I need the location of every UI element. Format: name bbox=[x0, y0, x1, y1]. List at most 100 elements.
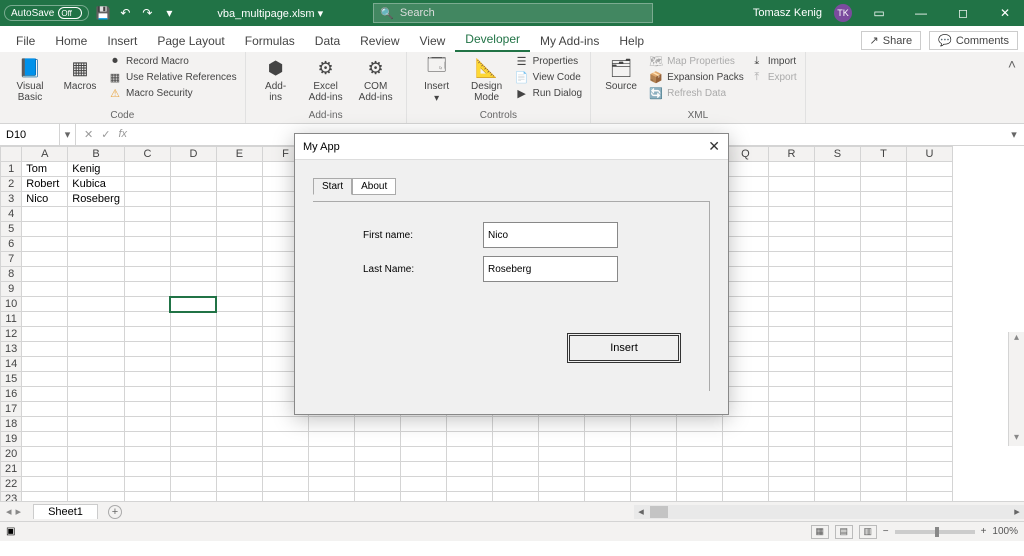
cell-U21[interactable] bbox=[906, 462, 952, 477]
cell-E6[interactable] bbox=[216, 237, 262, 252]
cell-S22[interactable] bbox=[814, 477, 860, 492]
row-header-22[interactable]: 22 bbox=[1, 477, 22, 492]
tab-start[interactable]: Start bbox=[313, 178, 352, 195]
tab-page-layout[interactable]: Page Layout bbox=[147, 30, 234, 52]
cell-C23[interactable] bbox=[124, 492, 170, 502]
cell-A23[interactable] bbox=[22, 492, 68, 502]
cell-20[interactable] bbox=[538, 447, 584, 462]
cell-U20[interactable] bbox=[906, 447, 952, 462]
cell-Q7[interactable] bbox=[722, 252, 768, 267]
row-header-15[interactable]: 15 bbox=[1, 372, 22, 387]
cell-T9[interactable] bbox=[860, 282, 906, 297]
cell-Q12[interactable] bbox=[722, 327, 768, 342]
cell-C5[interactable] bbox=[124, 222, 170, 237]
macro-security-button[interactable]: ⚠Macro Security bbox=[108, 86, 237, 100]
cell-20[interactable] bbox=[584, 447, 630, 462]
page-break-view-icon[interactable]: ▥ bbox=[859, 525, 877, 539]
cell-S14[interactable] bbox=[814, 357, 860, 372]
redo-icon[interactable]: ↷ bbox=[139, 5, 155, 21]
tab-formulas[interactable]: Formulas bbox=[235, 30, 305, 52]
cell-Q15[interactable] bbox=[722, 372, 768, 387]
cell-R19[interactable] bbox=[768, 432, 814, 447]
cell-B15[interactable] bbox=[68, 372, 125, 387]
cell-C8[interactable] bbox=[124, 267, 170, 282]
xml-export-button[interactable]: ⤒Export bbox=[750, 70, 797, 84]
tab-view[interactable]: View bbox=[410, 30, 456, 52]
cell-D15[interactable] bbox=[170, 372, 216, 387]
cell-Q2[interactable] bbox=[722, 177, 768, 192]
tab-data[interactable]: Data bbox=[305, 30, 350, 52]
cell-21[interactable] bbox=[630, 462, 676, 477]
cell-P21[interactable] bbox=[676, 462, 722, 477]
cell-D13[interactable] bbox=[170, 342, 216, 357]
cell-A8[interactable] bbox=[22, 267, 68, 282]
row-header-19[interactable]: 19 bbox=[1, 432, 22, 447]
cell-T16[interactable] bbox=[860, 387, 906, 402]
cell-E4[interactable] bbox=[216, 207, 262, 222]
cell-B2[interactable]: Kubica bbox=[68, 177, 125, 192]
horizontal-scrollbar[interactable]: ◂ ▸ bbox=[634, 505, 1024, 519]
expand-formula-icon[interactable]: ▾ bbox=[1004, 128, 1024, 141]
row-header-21[interactable]: 21 bbox=[1, 462, 22, 477]
cell-E21[interactable] bbox=[216, 462, 262, 477]
cell-Q19[interactable] bbox=[722, 432, 768, 447]
cell-S19[interactable] bbox=[814, 432, 860, 447]
cell-19[interactable] bbox=[446, 432, 492, 447]
cell-Q13[interactable] bbox=[722, 342, 768, 357]
user-name[interactable]: Tomasz Kenig bbox=[753, 7, 822, 19]
cell-S2[interactable] bbox=[814, 177, 860, 192]
cell-S7[interactable] bbox=[814, 252, 860, 267]
cell-22[interactable] bbox=[354, 477, 400, 492]
cell-B21[interactable] bbox=[68, 462, 125, 477]
name-box[interactable]: D10 bbox=[0, 124, 60, 145]
cell-T18[interactable] bbox=[860, 417, 906, 432]
cell-22[interactable] bbox=[400, 477, 446, 492]
properties-button[interactable]: ☰Properties bbox=[515, 54, 582, 68]
cell-21[interactable] bbox=[400, 462, 446, 477]
cell-D2[interactable] bbox=[170, 177, 216, 192]
cell-C17[interactable] bbox=[124, 402, 170, 417]
cell-T12[interactable] bbox=[860, 327, 906, 342]
com-addins-button[interactable]: ⚙COM Add-ins bbox=[354, 54, 398, 103]
cell-Q1[interactable] bbox=[722, 162, 768, 177]
column-header-S[interactable]: S bbox=[814, 147, 860, 162]
cell-S23[interactable] bbox=[814, 492, 860, 502]
cell-B3[interactable]: Roseberg bbox=[68, 192, 125, 207]
cell-C11[interactable] bbox=[124, 312, 170, 327]
cell-D18[interactable] bbox=[170, 417, 216, 432]
cell-22[interactable] bbox=[538, 477, 584, 492]
tab-home[interactable]: Home bbox=[45, 30, 97, 52]
cell-20[interactable] bbox=[446, 447, 492, 462]
cell-C13[interactable] bbox=[124, 342, 170, 357]
cell-E5[interactable] bbox=[216, 222, 262, 237]
column-header-U[interactable]: U bbox=[906, 147, 952, 162]
row-header-13[interactable]: 13 bbox=[1, 342, 22, 357]
cell-T8[interactable] bbox=[860, 267, 906, 282]
cell-18[interactable] bbox=[446, 417, 492, 432]
cell-D5[interactable] bbox=[170, 222, 216, 237]
tab-review[interactable]: Review bbox=[350, 30, 409, 52]
cell-S1[interactable] bbox=[814, 162, 860, 177]
cell-U1[interactable] bbox=[906, 162, 952, 177]
row-header-18[interactable]: 18 bbox=[1, 417, 22, 432]
cell-B11[interactable] bbox=[68, 312, 125, 327]
cell-E2[interactable] bbox=[216, 177, 262, 192]
cell-D16[interactable] bbox=[170, 387, 216, 402]
cell-B17[interactable] bbox=[68, 402, 125, 417]
cell-B10[interactable] bbox=[68, 297, 125, 312]
first-name-input[interactable] bbox=[483, 222, 618, 248]
cell-B12[interactable] bbox=[68, 327, 125, 342]
cell-U23[interactable] bbox=[906, 492, 952, 502]
cell-T21[interactable] bbox=[860, 462, 906, 477]
hscroll-right-icon[interactable]: ▸ bbox=[1010, 505, 1024, 518]
insert-button[interactable]: Insert bbox=[567, 333, 681, 363]
cell-T17[interactable] bbox=[860, 402, 906, 417]
cell-E15[interactable] bbox=[216, 372, 262, 387]
cell-R15[interactable] bbox=[768, 372, 814, 387]
column-header-C[interactable]: C bbox=[124, 147, 170, 162]
cell-R4[interactable] bbox=[768, 207, 814, 222]
cell-T4[interactable] bbox=[860, 207, 906, 222]
cell-R14[interactable] bbox=[768, 357, 814, 372]
cell-E12[interactable] bbox=[216, 327, 262, 342]
cell-R3[interactable] bbox=[768, 192, 814, 207]
